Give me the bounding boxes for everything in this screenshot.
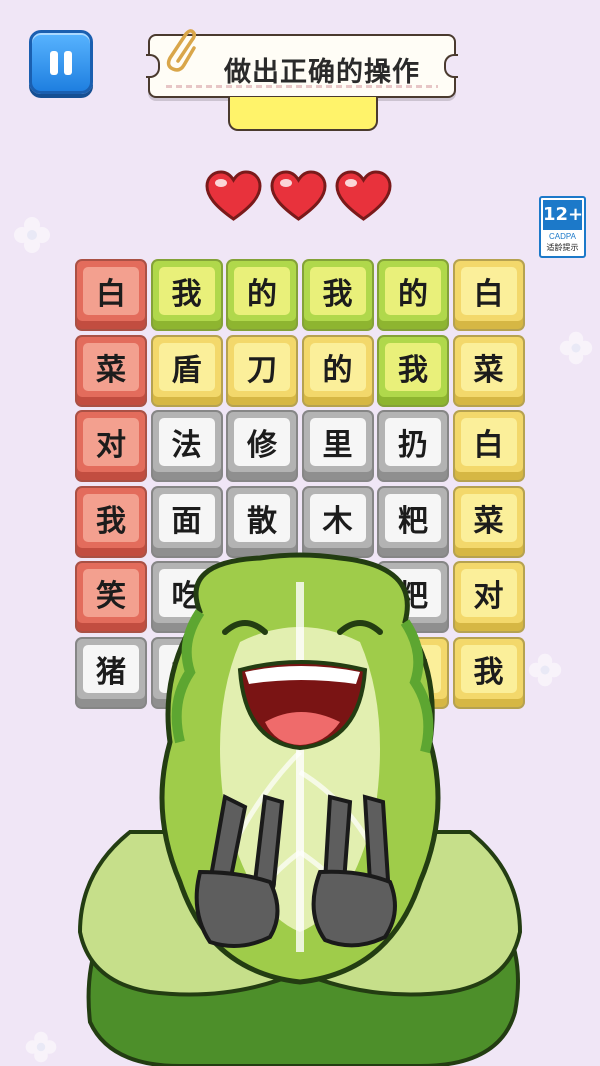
tile-character: 面 xyxy=(158,493,215,542)
tile-character: 的 xyxy=(385,267,441,315)
age-rating-org: CADPA xyxy=(549,232,576,241)
heart-icon xyxy=(270,170,327,222)
tile-character: 法 xyxy=(158,418,215,466)
cabbage-character-icon xyxy=(60,552,540,1066)
tile-character: 白 xyxy=(460,418,517,466)
age-rating-label: 12+ xyxy=(543,200,583,230)
tile-r3-c2[interactable]: 法 xyxy=(150,410,223,482)
tile-character: 盾 xyxy=(158,342,215,391)
tile-character: 修 xyxy=(234,418,290,466)
tile-character: 的 xyxy=(234,267,290,315)
tile-character: 对 xyxy=(83,418,139,466)
background-flower-icon xyxy=(558,330,594,366)
pause-button[interactable] xyxy=(29,30,93,94)
tile-character: 粑 xyxy=(385,493,441,542)
instruction-title: 做出正确的操作 xyxy=(224,57,420,88)
tile-r4-c5[interactable]: 粑 xyxy=(377,485,449,558)
paperclip-icon xyxy=(162,28,197,80)
age-rating-badge: 12+ CADPA 适龄提示 xyxy=(539,196,586,258)
tile-character: 的 xyxy=(309,342,366,391)
tile-character: 白 xyxy=(83,267,139,315)
tile-r4-c6[interactable]: 菜 xyxy=(452,485,525,558)
tile-r1-c1[interactable]: 白 xyxy=(75,259,147,331)
tile-r3-c4[interactable]: 里 xyxy=(301,410,374,482)
tile-r1-c2[interactable]: 我 xyxy=(150,259,223,331)
heart-icon xyxy=(335,170,392,222)
tile-character: 菜 xyxy=(460,493,517,542)
background-flower-icon xyxy=(12,215,52,255)
age-rating-hint: 适龄提示 xyxy=(546,243,579,252)
tile-r2-c5[interactable]: 我 xyxy=(377,334,449,407)
tile-r3-c3[interactable]: 修 xyxy=(226,410,298,482)
tile-character: 里 xyxy=(309,418,366,466)
tile-r2-c1[interactable]: 菜 xyxy=(75,334,147,407)
tile-r1-c4[interactable]: 我 xyxy=(301,259,374,331)
tile-r1-c3[interactable]: 的 xyxy=(226,259,298,331)
tile-r1-c6[interactable]: 白 xyxy=(452,259,525,331)
tile-character: 刀 xyxy=(234,342,290,391)
tile-r4-c3[interactable]: 散 xyxy=(226,485,298,558)
tile-r2-c2[interactable]: 盾 xyxy=(150,334,223,407)
tile-character: 我 xyxy=(385,342,441,391)
lives-indicator xyxy=(205,170,392,222)
heart-icon xyxy=(205,170,262,222)
tile-r1-c5[interactable]: 的 xyxy=(377,259,449,331)
tile-character: 我 xyxy=(309,267,366,315)
tile-r2-c3[interactable]: 刀 xyxy=(226,334,298,407)
tile-character: 菜 xyxy=(83,342,139,391)
tile-character: 散 xyxy=(234,493,290,542)
tile-r3-c1[interactable]: 对 xyxy=(75,410,147,482)
tile-r4-c2[interactable]: 面 xyxy=(150,485,223,558)
tile-character: 木 xyxy=(309,493,366,542)
tile-character: 扔 xyxy=(385,418,441,466)
tile-character: 菜 xyxy=(460,342,517,391)
instruction-tab xyxy=(228,97,378,131)
tile-r2-c6[interactable]: 菜 xyxy=(452,334,525,407)
tile-r2-c4[interactable]: 的 xyxy=(301,334,374,407)
tile-r4-c4[interactable]: 木 xyxy=(301,485,374,558)
tile-r4-c1[interactable]: 我 xyxy=(75,485,147,558)
tile-r3-c5[interactable]: 扔 xyxy=(377,410,449,482)
tile-r3-c6[interactable]: 白 xyxy=(452,410,525,482)
background-flower-icon xyxy=(24,1030,58,1064)
tile-character: 白 xyxy=(460,267,517,315)
tile-character: 我 xyxy=(83,493,139,542)
tile-character: 我 xyxy=(158,267,215,315)
